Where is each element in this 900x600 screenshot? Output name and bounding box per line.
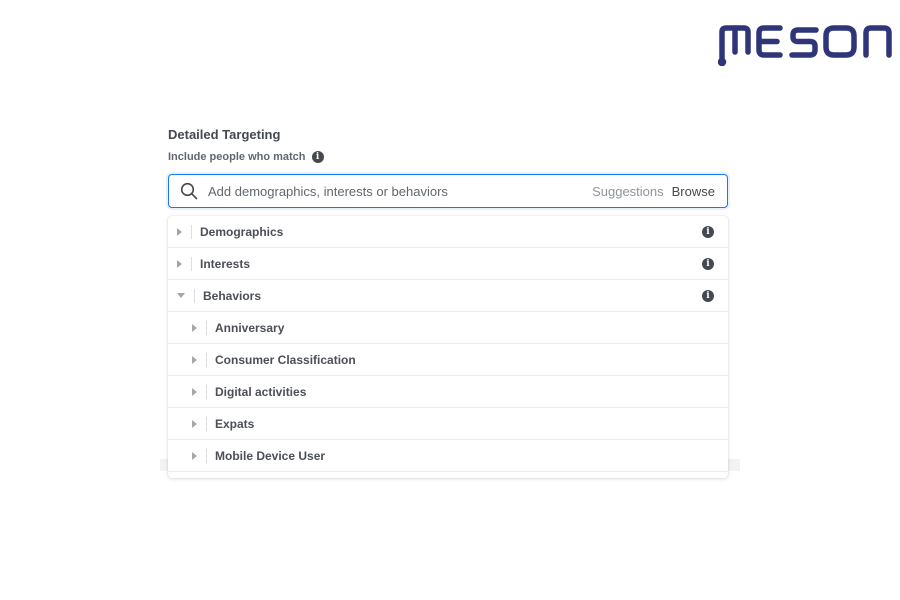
- browse-dropdown: Demographics i Interests i Behaviors i A…: [168, 216, 728, 478]
- category-behaviors[interactable]: Behaviors i: [168, 280, 728, 312]
- subcategory-digital-activities[interactable]: Digital activities: [168, 376, 728, 408]
- section-subtitle: Include people who match i: [168, 150, 728, 164]
- subcategory-anniversary[interactable]: Anniversary: [168, 312, 728, 344]
- divider: [206, 384, 207, 399]
- info-icon[interactable]: i: [311, 151, 324, 163]
- browse-link[interactable]: Browse: [672, 184, 715, 199]
- subcategory-label: Digital activities: [215, 384, 307, 399]
- section-title: Detailed Targeting: [168, 127, 281, 142]
- category-demographics[interactable]: Demographics i: [168, 216, 728, 248]
- subcategory-label: Expats: [215, 416, 255, 431]
- subcategory-mobile-device-user[interactable]: Mobile Device User: [168, 440, 728, 472]
- divider: [206, 320, 207, 335]
- suggestions-link[interactable]: Suggestions: [592, 184, 664, 199]
- expand-arrow-icon[interactable]: [192, 323, 197, 332]
- divider: [194, 288, 195, 303]
- subtitle-text: Include people who match: [168, 151, 306, 163]
- divider: [206, 448, 207, 463]
- category-label: Interests: [200, 256, 251, 271]
- info-icon[interactable]: i: [702, 290, 714, 302]
- detailed-targeting-panel: Detailed Targeting Include people who ma…: [168, 126, 728, 478]
- category-label: Demographics: [200, 224, 284, 239]
- expand-arrow-icon[interactable]: [192, 387, 197, 396]
- expand-arrow-icon[interactable]: [192, 355, 197, 364]
- subcategory-label: Anniversary: [215, 320, 285, 335]
- search-icon: [180, 182, 198, 200]
- divider: [191, 256, 192, 271]
- subcategory-expats[interactable]: Expats: [168, 408, 728, 440]
- divider: [206, 352, 207, 367]
- collapse-arrow-icon[interactable]: [177, 293, 185, 298]
- subcategory-label: Consumer Classification: [215, 352, 356, 367]
- expand-arrow-icon[interactable]: [192, 451, 197, 460]
- targeting-search-box: Suggestions Browse: [168, 174, 728, 208]
- expand-arrow-icon[interactable]: [177, 259, 182, 268]
- category-label: Behaviors: [203, 288, 262, 303]
- divider: [206, 416, 207, 431]
- meson-logo: [718, 25, 892, 66]
- expand-arrow-icon[interactable]: [192, 419, 197, 428]
- divider: [191, 224, 192, 239]
- subcategory-consumer-classification[interactable]: Consumer Classification: [168, 344, 728, 376]
- info-icon[interactable]: i: [702, 258, 714, 270]
- subcategory-label: Mobile Device User: [215, 448, 326, 463]
- info-icon[interactable]: i: [702, 226, 714, 238]
- targeting-search-input[interactable]: [208, 183, 593, 199]
- category-interests[interactable]: Interests i: [168, 248, 728, 280]
- expand-arrow-icon[interactable]: [177, 227, 182, 236]
